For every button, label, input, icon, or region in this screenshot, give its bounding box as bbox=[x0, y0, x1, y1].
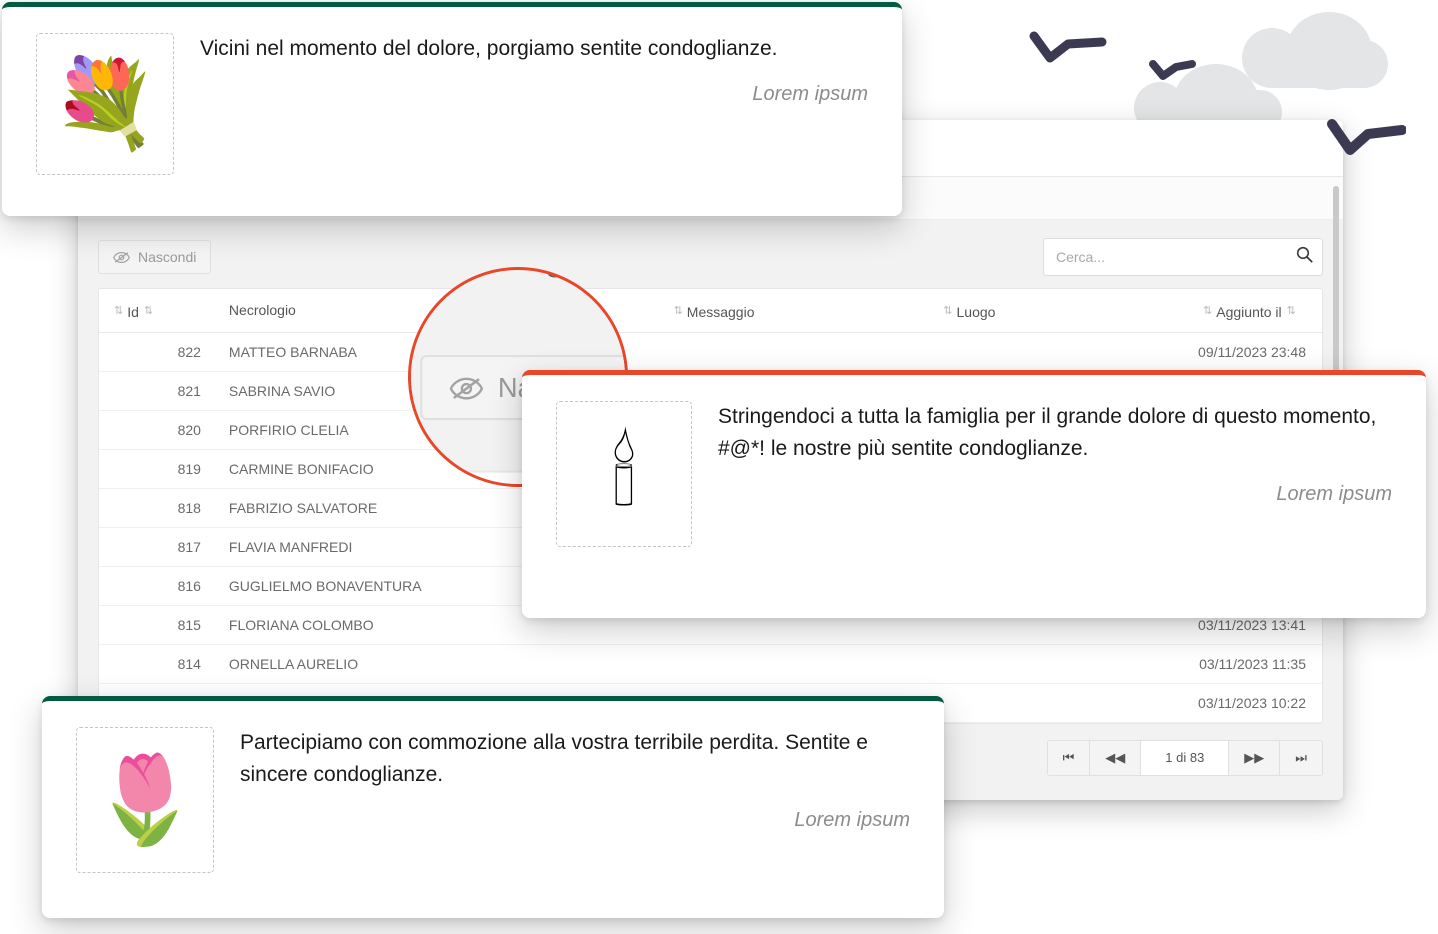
cell-id: 815 bbox=[99, 605, 219, 645]
message-text: Stringendoci a tutta la famiglia per il … bbox=[718, 405, 1377, 460]
cell-luogo bbox=[928, 683, 1189, 723]
sort-icon[interactable]: ⇅ bbox=[674, 306, 683, 317]
message-body: Vicini nel momento del dolore, porgiamo … bbox=[200, 33, 868, 106]
sort-icon[interactable]: ⇅ bbox=[1203, 306, 1212, 317]
sort-icon[interactable]: ⇅ bbox=[1287, 306, 1296, 317]
sort-icon[interactable]: ⇅ bbox=[114, 306, 123, 317]
cell-id: 814 bbox=[99, 644, 219, 684]
first-page-button[interactable]: ⏮ bbox=[1047, 740, 1091, 775]
search-input[interactable] bbox=[1043, 238, 1323, 276]
bouquet-icon: 💐 bbox=[51, 56, 159, 152]
cell-id: 819 bbox=[99, 449, 219, 489]
hide-button[interactable]: Nascondi bbox=[98, 240, 212, 274]
message-card: 🕯 Stringendoci a tutta la famiglia per i… bbox=[522, 370, 1426, 618]
cloud-icon bbox=[1242, 12, 1388, 90]
cell-luogo bbox=[928, 644, 1189, 684]
column-label-luogo: Luogo bbox=[956, 303, 996, 320]
cell-id: 822 bbox=[99, 332, 219, 372]
column-header-aggiunto[interactable]: ⇅ Aggiunto il ⇅ bbox=[1188, 289, 1322, 333]
table-row[interactable]: 822 MATTEO BARNABA 09/11/2023 23:48 bbox=[99, 332, 1322, 372]
hide-button-label: Nascondi bbox=[138, 249, 197, 265]
search-box[interactable] bbox=[1043, 238, 1323, 276]
message-card: 🌷 Partecipiamo con commozione alla vostr… bbox=[42, 696, 944, 918]
bird-icon bbox=[1029, 31, 1107, 63]
table-header: ⇅ Id ⇅ Necrologio ⇅ Messaggio ⇅ Luogo ⇅ … bbox=[99, 289, 1322, 333]
table-toolbar: Nascondi bbox=[98, 238, 1323, 276]
cell-aggiunto: 09/11/2023 23:48 bbox=[1188, 332, 1322, 372]
table-row[interactable]: 814 ORNELLA AURELIO 03/11/2023 11:35 bbox=[99, 644, 1322, 684]
message-body: Stringendoci a tutta la famiglia per il … bbox=[718, 401, 1392, 506]
column-label-messaggio: Messaggio bbox=[686, 303, 755, 320]
bird-icon bbox=[1327, 119, 1406, 155]
cell-messaggio bbox=[658, 332, 929, 372]
message-thumbnail: 🌷 bbox=[76, 727, 214, 873]
tulip-bouquet-icon: 🌷 bbox=[91, 752, 199, 848]
page-indicator[interactable]: 1 di 83 bbox=[1141, 740, 1230, 775]
prev-page-button[interactable]: ◀◀ bbox=[1090, 740, 1142, 775]
cell-id: 820 bbox=[99, 410, 219, 450]
cell-necrologio: ORNELLA AURELIO bbox=[218, 644, 659, 684]
cell-luogo bbox=[928, 332, 1189, 372]
eye-slash-icon bbox=[113, 251, 130, 263]
bird-icon bbox=[1149, 60, 1196, 80]
message-signature: Lorem ipsum bbox=[1276, 482, 1392, 505]
cell-id: 817 bbox=[99, 527, 219, 567]
cell-aggiunto: 03/11/2023 11:35 bbox=[1188, 644, 1322, 684]
candle-icon: 🕯 bbox=[611, 424, 637, 523]
column-header-id[interactable]: ⇅ Id ⇅ bbox=[99, 289, 219, 333]
column-header-luogo[interactable]: ⇅ Luogo bbox=[928, 289, 1189, 333]
pagination: ⏮ ◀◀ 1 di 83 ▶▶ ⏭ bbox=[1046, 739, 1323, 776]
sort-icon[interactable]: ⇅ bbox=[144, 306, 153, 317]
screenshot-root: Nascondi Cerca... ⇅ Id ⇅ Necrologio ⇅ Me… bbox=[0, 0, 1438, 934]
message-text: Partecipiamo con commozione alla vostra … bbox=[240, 731, 868, 786]
eye-slash-icon bbox=[449, 376, 484, 399]
message-signature: Lorem ipsum bbox=[752, 82, 868, 105]
next-page-button[interactable]: ▶▶ bbox=[1229, 740, 1281, 775]
message-signature: Lorem ipsum bbox=[794, 808, 910, 831]
message-thumbnail: 🕯 bbox=[556, 401, 692, 547]
magnified-breadcrumb: Omaggi / Home bbox=[458, 270, 625, 282]
cell-messaggio bbox=[658, 644, 929, 684]
column-label-necrologio: Necrologio bbox=[228, 302, 296, 319]
table-header-row: ⇅ Id ⇅ Necrologio ⇅ Messaggio ⇅ Luogo ⇅ … bbox=[99, 289, 1322, 333]
cell-id: 821 bbox=[99, 371, 219, 411]
message-text: Vicini nel momento del dolore, porgiamo … bbox=[200, 37, 778, 60]
column-label-id: Id bbox=[127, 303, 139, 320]
cell-id: 816 bbox=[99, 566, 219, 606]
column-label-aggiunto: Aggiunto il bbox=[1216, 303, 1282, 320]
cell-id: 818 bbox=[99, 488, 219, 528]
sort-icon[interactable]: ⇅ bbox=[943, 306, 952, 317]
message-body: Partecipiamo con commozione alla vostra … bbox=[240, 727, 910, 832]
message-thumbnail: 💐 bbox=[36, 33, 174, 175]
last-page-button[interactable]: ⏭ bbox=[1280, 740, 1322, 775]
message-card: 💐 Vicini nel momento del dolore, porgiam… bbox=[2, 2, 902, 216]
cell-aggiunto: 03/11/2023 10:22 bbox=[1188, 683, 1322, 723]
column-header-messaggio[interactable]: ⇅ Messaggio bbox=[658, 289, 929, 333]
